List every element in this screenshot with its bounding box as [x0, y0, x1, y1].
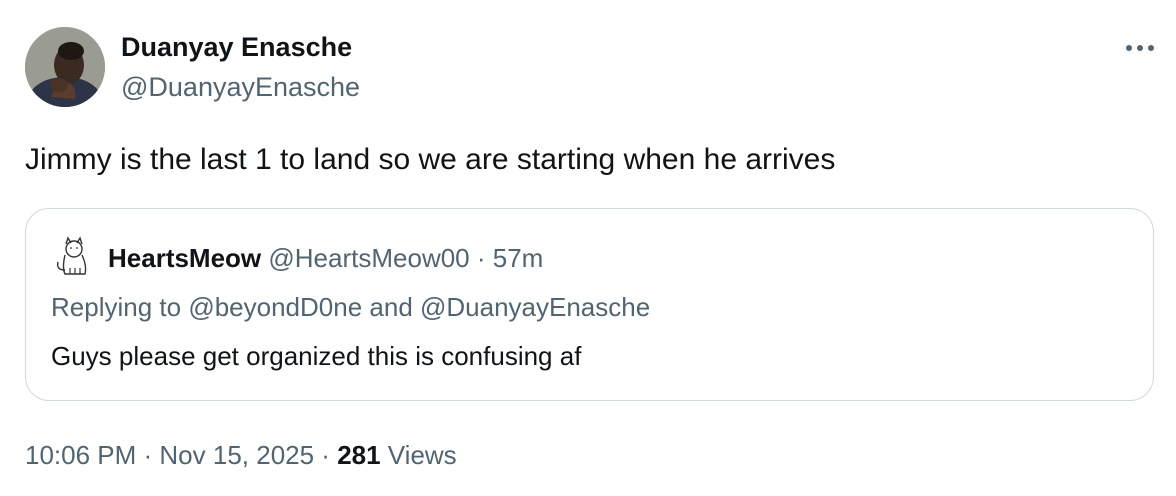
quote-timestamp[interactable]: 57m: [493, 243, 544, 273]
tweet-meta: 10:06 PM · Nov 15, 2025 · 281 Views: [25, 440, 457, 471]
replying-prefix: Replying to: [51, 292, 189, 322]
tweet-text: Jimmy is the last 1 to land so we are st…: [25, 143, 836, 176]
meta-separator: ·: [314, 440, 338, 470]
quote-author-avatar[interactable]: [51, 234, 95, 278]
quote-separator: ·: [469, 243, 493, 273]
tweet-time-link[interactable]: 10:06 PM: [25, 440, 136, 470]
more-options-button[interactable]: [1118, 34, 1162, 62]
quoted-tweet-card[interactable]: HeartsMeow @HeartsMeow00 · 57m Replying …: [25, 208, 1154, 401]
user-photo-avatar: [25, 27, 105, 107]
tweet-container: Duanyay Enasche @DuanyayEnasche Jimmy is…: [0, 0, 1176, 496]
author-avatar[interactable]: [25, 27, 105, 107]
tweet-date-link[interactable]: Nov 15, 2025: [159, 440, 314, 470]
cat-avatar-icon: [51, 234, 95, 278]
replying-and: and: [362, 292, 420, 322]
views-count: 281: [337, 440, 381, 470]
quote-handle[interactable]: @HeartsMeow00: [268, 243, 469, 273]
replying-user-link[interactable]: @beyondD0ne: [188, 292, 362, 322]
replying-user-link[interactable]: @DuanyayEnasche: [420, 292, 650, 322]
quote-replying-to: Replying to @beyondD0ne and @DuanyayEnas…: [51, 292, 650, 323]
quote-text: Guys please get organized this is confus…: [51, 341, 582, 371]
meta-separator: ·: [136, 440, 160, 470]
views-label: Views: [380, 440, 457, 470]
author-display-name[interactable]: Duanyay Enasche: [121, 32, 352, 63]
author-handle[interactable]: @DuanyayEnasche: [121, 72, 360, 103]
quote-display-name[interactable]: HeartsMeow: [108, 243, 261, 273]
more-horizontal-icon: [1126, 45, 1154, 51]
quote-header: HeartsMeow @HeartsMeow00 · 57m: [108, 242, 543, 274]
